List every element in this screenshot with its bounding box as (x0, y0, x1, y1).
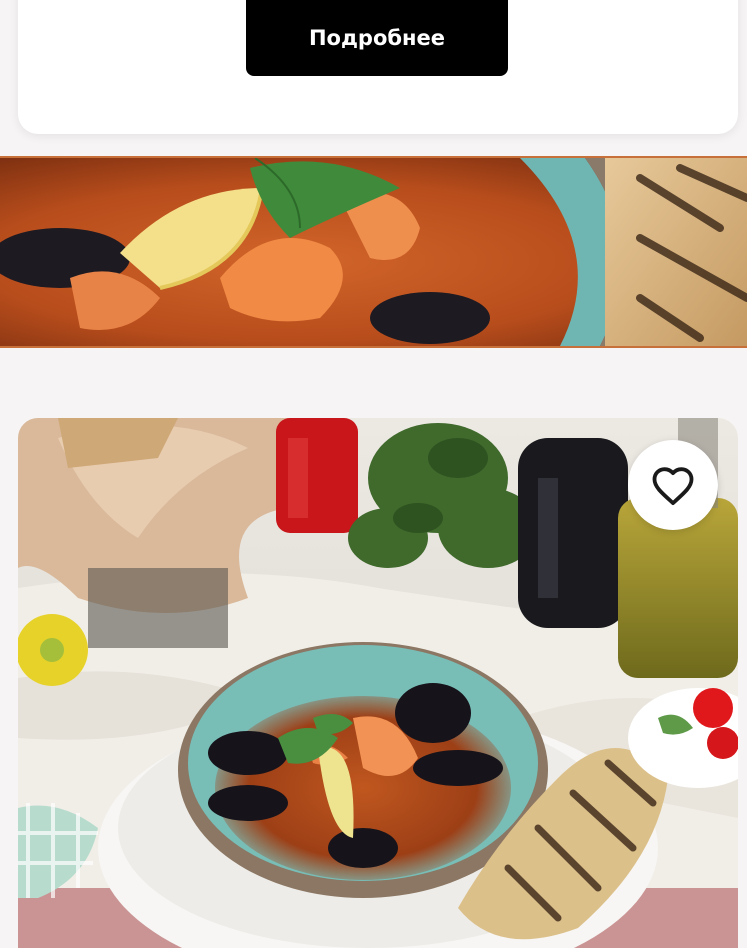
previous-card: Подробнее (18, 0, 738, 134)
seafood-soup-closeup-photo (0, 158, 747, 346)
heart-outline-icon (652, 467, 694, 506)
details-button[interactable]: Подробнее (246, 0, 508, 76)
banner-image (0, 156, 747, 348)
product-card[interactable] (18, 418, 738, 948)
favorite-button[interactable] (628, 440, 718, 530)
